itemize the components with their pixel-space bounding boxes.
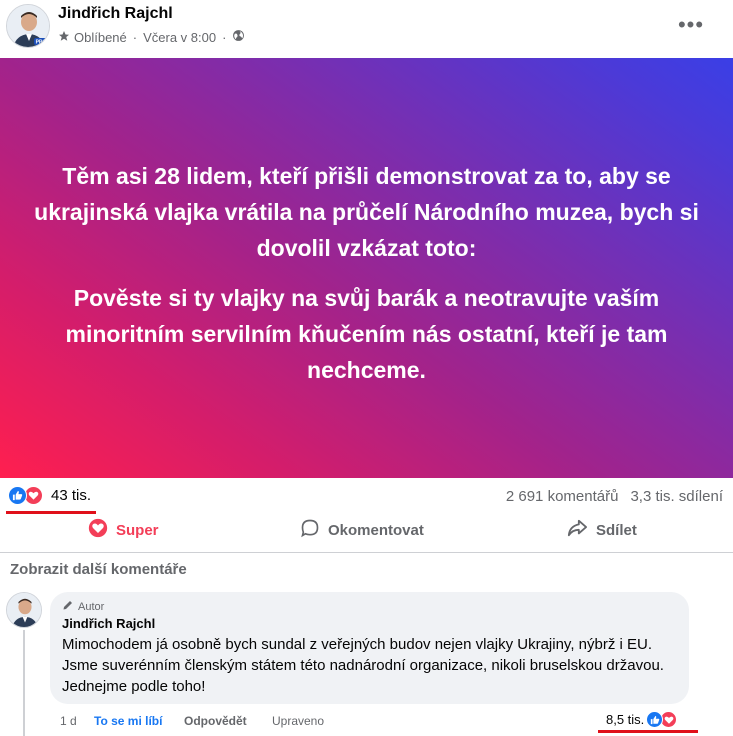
- share-button[interactable]: Sdílet: [566, 518, 637, 542]
- author-badge: Autor: [62, 599, 104, 614]
- avatar-photo: PRO: [7, 5, 49, 47]
- banner-paragraph-2: Pověste si ty vlajky na svůj barák a neo…: [65, 285, 668, 383]
- author-badge-label: Autor: [78, 600, 105, 613]
- reactions-count[interactable]: 43 tis.: [51, 487, 91, 504]
- divider: [0, 552, 733, 553]
- post-header: PRO Jindřich Rajchl Oblíbené · Včera v 8…: [0, 0, 733, 58]
- separator-dot: ·: [132, 29, 138, 45]
- comment-text: Mimochodem já osobně bych sundal z veřej…: [62, 636, 664, 695]
- post-stats: 43 tis. 2 691 komentářů 3,3 tis. sdílení: [0, 478, 733, 516]
- highlight-underline: [598, 730, 698, 733]
- comment-icon: [300, 518, 320, 542]
- comments-count[interactable]: 2 691 komentářů: [506, 488, 619, 505]
- like-reaction-icon: [8, 486, 27, 505]
- comment-time[interactable]: 1 d: [60, 714, 77, 728]
- comment-author-avatar[interactable]: [6, 592, 42, 628]
- comment-bubble: Autor Jindřich Rajchl Mimochodem já osob…: [50, 592, 689, 704]
- share-label: Sdílet: [596, 521, 637, 539]
- comment-author-name[interactable]: Jindřich Rajchl: [62, 616, 155, 631]
- comment-button[interactable]: Okomentovat: [300, 518, 424, 542]
- globe-icon[interactable]: [232, 29, 245, 45]
- comment-reactions[interactable]: 8,5 tis.: [606, 711, 678, 728]
- star-icon: [58, 30, 70, 45]
- post-actions: Super Okomentovat Sdílet: [0, 512, 733, 550]
- comment-like-button[interactable]: To se mi líbí: [94, 714, 162, 728]
- comment-reactions-count: 8,5 tis.: [606, 712, 645, 727]
- share-icon: [566, 518, 588, 542]
- view-more-comments-link[interactable]: Zobrazit další komentáře: [10, 561, 187, 578]
- author-name[interactable]: Jindřich Rajchl: [58, 5, 173, 23]
- author-avatar[interactable]: PRO: [6, 4, 50, 48]
- post-meta: Oblíbené · Včera v 8:00 ·: [58, 29, 245, 45]
- banner-paragraph-1: Těm asi 28 lidem, kteří přišli demonstro…: [34, 163, 699, 261]
- separator-dot: ·: [222, 29, 227, 45]
- post-banner-image[interactable]: Těm asi 28 lidem, kteří přišli demonstro…: [0, 58, 733, 478]
- reactions-summary[interactable]: 43 tis.: [8, 486, 91, 505]
- shares-count[interactable]: 3,3 tis. sdílení: [630, 488, 723, 505]
- super-button[interactable]: Super: [88, 518, 159, 542]
- more-options-button[interactable]: •••: [673, 10, 709, 40]
- comment-edited-label: Upraveno: [272, 714, 325, 728]
- stats-right: 2 691 komentářů 3,3 tis. sdílení: [506, 488, 723, 505]
- like-reaction-icon: [646, 711, 664, 728]
- heart-icon: [88, 518, 108, 542]
- favorite-label: Oblíbené: [74, 29, 127, 45]
- avatar-badge: PRO: [36, 40, 47, 46]
- thread-line: [23, 630, 25, 736]
- super-label: Super: [116, 521, 159, 539]
- comment-reply-button[interactable]: Odpovědět: [184, 714, 247, 728]
- comment-label: Okomentovat: [328, 521, 424, 539]
- post-timestamp[interactable]: Včera v 8:00: [143, 30, 216, 45]
- avatar-photo: [7, 593, 41, 627]
- pen-icon: [62, 599, 74, 614]
